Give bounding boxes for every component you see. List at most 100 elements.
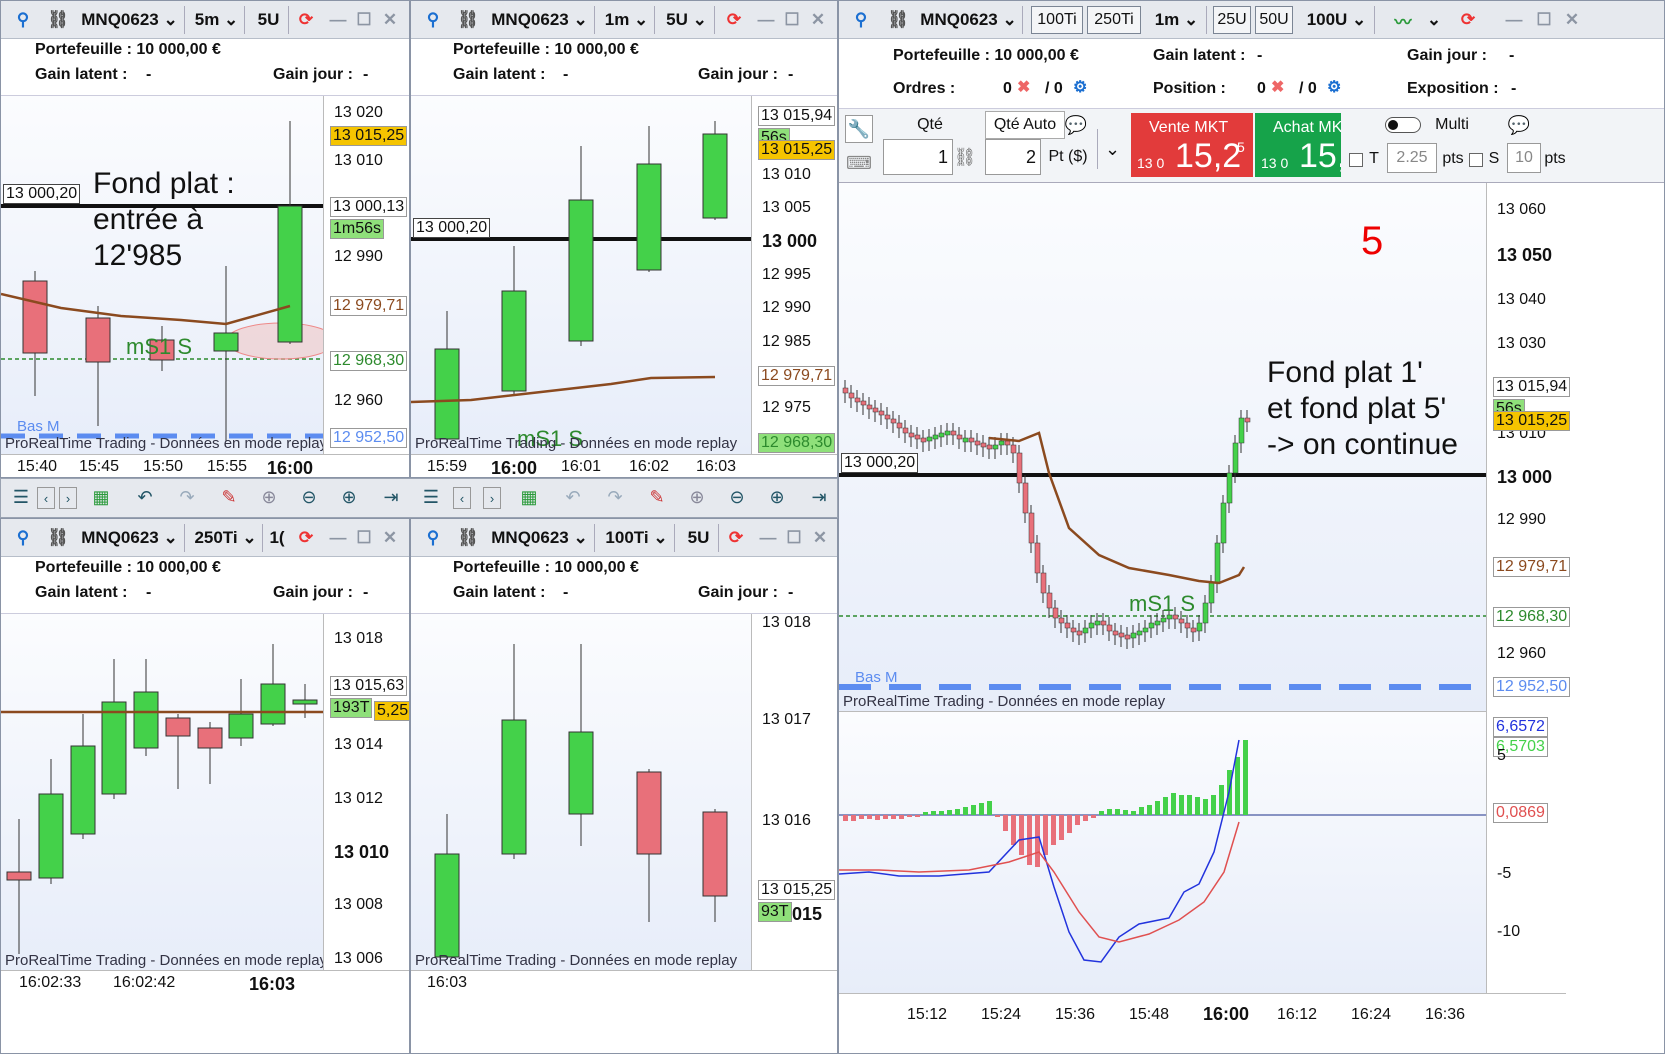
refresh-icon[interactable]: ⟳ bbox=[291, 6, 321, 34]
connection-icon[interactable]: ⚲ bbox=[417, 524, 449, 552]
symbol-select[interactable]: MNQ0623 ⌄ bbox=[485, 524, 595, 552]
indicator-scale[interactable]: 6,6572 6,5703 5 0,0869 -5 -10 bbox=[1486, 711, 1566, 993]
price-scale[interactable]: 13 018 13 017 13 016 13 015,25 93T 015 bbox=[751, 614, 837, 970]
draw-tool-icon-2[interactable]: ✎ bbox=[643, 483, 671, 511]
units-50u-button[interactable]: 50U bbox=[1255, 6, 1293, 34]
price-plot[interactable]: 13 000,20 5 Fond plat 1' et fond plat 5'… bbox=[839, 183, 1486, 711]
timeframe-select[interactable]: 1m ⌄ bbox=[599, 6, 655, 34]
maximize-icon[interactable]: ☐ bbox=[353, 524, 375, 552]
connection-icon[interactable]: ⚲ bbox=[7, 6, 39, 34]
connection-icon[interactable]: ⚲ bbox=[845, 6, 877, 34]
zoom-fit-icon-2[interactable]: ⊕ bbox=[683, 483, 711, 511]
link-icon[interactable]: ⛓ bbox=[455, 6, 481, 34]
maximize-icon[interactable]: ☐ bbox=[1533, 6, 1555, 34]
units-25u-button[interactable]: 25U bbox=[1213, 6, 1251, 34]
units-select[interactable]: 5U bbox=[249, 6, 289, 34]
redo-icon-2[interactable]: ↷ bbox=[601, 483, 629, 511]
minimize-icon[interactable]: — bbox=[757, 524, 779, 552]
scroll-left-icon[interactable]: ‹ bbox=[37, 487, 55, 509]
time-axis[interactable]: 15:40 15:45 15:50 15:55 16:00 bbox=[1, 454, 409, 477]
calendar-icon[interactable]: ▦ bbox=[87, 483, 115, 511]
dropdown-chevron-icon[interactable]: ⌄ bbox=[1097, 129, 1127, 169]
keyboard-icon[interactable]: ⌨ bbox=[845, 149, 873, 177]
timeframe-100ti-button[interactable]: 100Ti bbox=[1031, 6, 1083, 34]
minimize-icon[interactable]: — bbox=[327, 6, 349, 34]
qty-link-icon[interactable]: ⛓ bbox=[954, 143, 977, 171]
price-scale[interactable]: 13 020 13 010 12 990 12 960 13 015,25 13… bbox=[323, 96, 409, 454]
symbol-select[interactable]: MNQ0623 ⌄ bbox=[75, 524, 185, 552]
symbol-select[interactable]: MNQ0623 ⌄ bbox=[915, 6, 1023, 34]
close-position-icon[interactable]: ✖ bbox=[1271, 77, 1284, 97]
zoom-out-icon[interactable]: ⊖ bbox=[295, 483, 323, 511]
timeframe-250ti-button[interactable]: 250Ti bbox=[1087, 6, 1141, 34]
price-scale[interactable]: 13 018 13 014 13 012 13 010 13 008 13 00… bbox=[323, 614, 409, 970]
minimize-icon[interactable]: — bbox=[327, 524, 349, 552]
position-settings-icon[interactable]: ⚙ bbox=[1327, 77, 1341, 97]
link-icon[interactable]: ⛓ bbox=[45, 6, 71, 34]
zoom-out-icon-2[interactable]: ⊖ bbox=[723, 483, 751, 511]
calendar-icon-2[interactable]: ▦ bbox=[515, 483, 543, 511]
connection-icon[interactable]: ⚲ bbox=[7, 524, 39, 552]
refresh-icon[interactable]: ⟳ bbox=[1453, 6, 1483, 34]
minimize-icon[interactable]: — bbox=[1503, 6, 1525, 34]
link-icon[interactable]: ⛓ bbox=[45, 524, 71, 552]
zoom-fit-icon[interactable]: ⊕ bbox=[255, 483, 283, 511]
refresh-icon[interactable]: ⟳ bbox=[719, 6, 749, 34]
qty-input[interactable]: 1 bbox=[883, 139, 953, 175]
timeframe-select[interactable]: 250Ti ⌄ bbox=[189, 524, 263, 552]
symbol-select[interactable]: MNQ0623 ⌄ bbox=[75, 6, 185, 34]
price-scale[interactable]: 13 010 13 005 13 000 12 995 12 990 12 98… bbox=[751, 96, 837, 454]
time-axis[interactable]: 16:03 bbox=[411, 970, 837, 994]
close-icon[interactable]: ✕ bbox=[379, 524, 401, 552]
timeframe-select[interactable]: 1m ⌄ bbox=[1147, 6, 1207, 34]
redo-icon[interactable]: ↷ bbox=[173, 483, 201, 511]
sell-market-button[interactable]: Vente MKT 13 0 15,2 5 bbox=[1131, 113, 1253, 177]
price-plot[interactable]: ProRealTime Trading - Données en mode re… bbox=[1, 614, 323, 970]
orders-settings-icon[interactable]: ⚙ bbox=[1073, 77, 1087, 97]
maximize-icon[interactable]: ☐ bbox=[783, 524, 805, 552]
help-chat-icon[interactable]: 💬 bbox=[1507, 111, 1531, 139]
units-select[interactable]: 100U ⌄ bbox=[1299, 6, 1375, 34]
units-select[interactable]: 1( bbox=[267, 524, 287, 552]
scroll-end-icon-2[interactable]: ⇥ bbox=[805, 483, 833, 511]
multi-toggle[interactable] bbox=[1385, 117, 1421, 133]
scroll-right-icon[interactable]: › bbox=[59, 487, 77, 509]
link-icon[interactable]: ⛓ bbox=[885, 6, 911, 34]
price-plot[interactable]: ProRealTime Trading - Données en mode re… bbox=[411, 614, 751, 970]
refresh-icon[interactable]: ⟳ bbox=[721, 524, 751, 552]
link-icon[interactable]: ⛓ bbox=[455, 524, 481, 552]
timeframe-select[interactable]: 5m ⌄ bbox=[189, 6, 245, 34]
scroll-end-icon[interactable]: ⇥ bbox=[377, 483, 405, 511]
maximize-icon[interactable]: ☐ bbox=[353, 6, 375, 34]
timeframe-select[interactable]: 100Ti ⌄ bbox=[599, 524, 675, 552]
scroll-left-icon-2[interactable]: ‹ bbox=[453, 487, 471, 509]
symbol-select[interactable]: MNQ0623 ⌄ bbox=[485, 6, 595, 34]
s-input[interactable]: 10 bbox=[1507, 143, 1541, 173]
units-select[interactable]: 5U bbox=[679, 524, 719, 552]
wrench-icon[interactable]: 🔧 bbox=[845, 115, 873, 143]
scroll-right-icon-2[interactable]: › bbox=[483, 487, 501, 509]
price-plot[interactable]: 13 000,20 mS1 S ProRealTime Trading - Do… bbox=[411, 96, 751, 454]
close-icon[interactable]: ✕ bbox=[379, 6, 401, 34]
undo-icon[interactable]: ↶ bbox=[131, 483, 159, 511]
close-icon[interactable]: ✕ bbox=[1561, 6, 1583, 34]
t-checkbox[interactable] bbox=[1349, 153, 1363, 167]
units-select[interactable]: 5U ⌄ bbox=[659, 6, 715, 34]
s-checkbox[interactable] bbox=[1469, 153, 1483, 167]
menu-icon[interactable]: ☰ bbox=[7, 483, 35, 511]
time-axis[interactable]: 15:12 15:24 15:36 15:48 16:00 16:12 16:2… bbox=[839, 993, 1566, 1053]
maximize-icon[interactable]: ☐ bbox=[781, 6, 803, 34]
price-scale[interactable]: 13 060 13 050 13 040 13 030 13 010 13 00… bbox=[1486, 183, 1571, 711]
close-icon[interactable]: ✕ bbox=[807, 6, 829, 34]
zoom-in-icon-2[interactable]: ⊕ bbox=[763, 483, 791, 511]
indicator-icon[interactable]: 〰 bbox=[1383, 6, 1423, 34]
close-icon[interactable]: ✕ bbox=[809, 524, 831, 552]
draw-tool-icon[interactable]: ✎ bbox=[215, 483, 243, 511]
buy-market-button[interactable]: Achat MK 13 0 15, bbox=[1255, 113, 1341, 177]
price-plot[interactable]: 13 000,20 Fond plat : entrée à 12'985 mS… bbox=[1, 96, 323, 454]
auto-qty-input[interactable]: 2 bbox=[985, 139, 1041, 175]
cancel-orders-icon[interactable]: ✖ bbox=[1017, 77, 1030, 97]
indicator-menu-chevron-icon[interactable]: ⌄ bbox=[1425, 6, 1443, 34]
undo-icon-2[interactable]: ↶ bbox=[559, 483, 587, 511]
menu-icon-2[interactable]: ☰ bbox=[417, 483, 445, 511]
